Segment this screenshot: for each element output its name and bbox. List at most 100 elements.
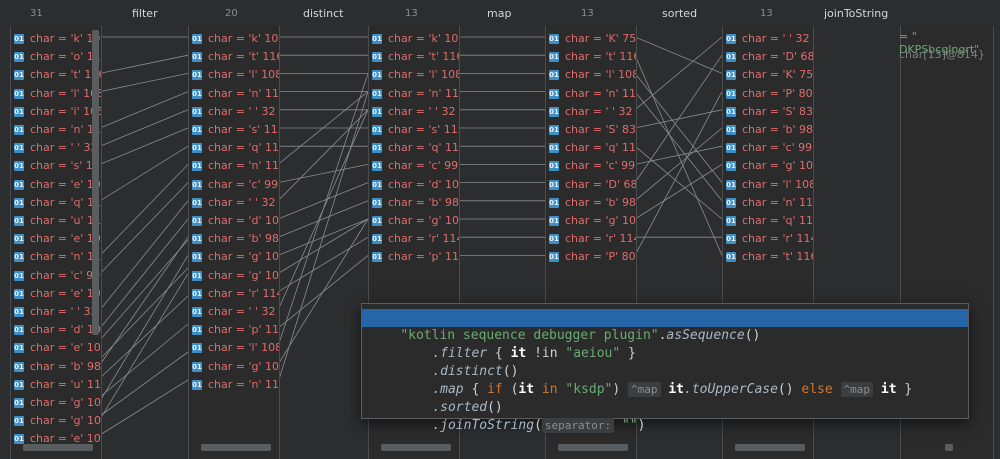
element-row[interactable]: 01 char = 'c' 99 [14,267,100,285]
element-value: char = 'r' 114 [388,232,460,246]
element-row[interactable]: 01 char = 'l' 108 [726,176,813,194]
element-row[interactable]: 01 char = 'S' 83 [549,121,636,139]
horizontal-scrollbar[interactable] [945,444,953,451]
element-row[interactable]: 01 char = 'g' 103 [549,212,636,230]
element-row[interactable]: 01 char = 'c' 99 [192,176,278,194]
element-row[interactable]: 01 char = 'l' 108 [192,66,279,84]
element-row[interactable]: 01 char = 'g' 103 [372,212,459,230]
element-row[interactable]: 01 char = 'n' 110 [549,85,636,103]
element-row[interactable]: 01 char = 'n' 110 [726,194,813,212]
code-line-map[interactable]: .map { if (it in "ksdp") ^map it.toUpper… [362,363,968,397]
element-row[interactable]: 01 char = 'c' 99 [726,139,812,157]
element-row[interactable]: 01 char = 'n' 110 [14,121,101,139]
element-row[interactable]: 01 char = 'K' 75 [549,30,636,48]
element-row[interactable]: 01 char = 's' 115 [192,121,279,139]
element-row[interactable]: 01 char = 'q' 113 [549,139,636,157]
element-row[interactable]: 01 char = 't' 116 [192,48,279,66]
element-row[interactable]: 01 char = 'r' 114 [726,230,813,248]
element-row[interactable]: 01 char = 'e' 101 [14,285,101,303]
element-row[interactable]: 01 char = 'c' 99 [372,157,458,175]
element-row[interactable]: 01 char = 't' 116 [372,48,459,66]
element-row[interactable]: 01 char = 's' 115 [372,121,459,139]
element-row[interactable]: 01 char = 'l' 108 [372,66,459,84]
element-row[interactable]: 01 char = 'g' 103 [726,157,813,175]
element-row[interactable]: 01 char = 'p' 112 [192,321,279,339]
element-row[interactable]: 01 char = 'b' 98 [726,121,813,139]
element-row[interactable]: 01 char = 'q' 113 [726,212,813,230]
element-row[interactable]: 01 char = 's' 115 [14,157,101,175]
element-row[interactable]: 01 char = 'g' 103 [14,412,101,430]
element-row[interactable]: 01 char = 'b' 98 [14,358,101,376]
stage-column-0[interactable]: 01 char = 'k' 107 01 char = 'o' 111 01 char =… [10,26,102,459]
element-row[interactable]: 01 char = 'c' 99 [549,157,635,175]
horizontal-scrollbar[interactable] [201,444,271,451]
element-row[interactable]: 01 char = ' ' 32 [14,303,98,321]
element-row[interactable]: 01 char = ' ' 32 [726,30,810,48]
element-row[interactable]: 01 char = 'k' 107 [14,30,101,48]
element-row[interactable]: 01 char = 'b' 98 [192,230,279,248]
element-row[interactable]: 01 char = 'l' 108 [549,66,636,84]
element-row[interactable]: 01 char = 'k' 107 [192,30,279,48]
horizontal-scrollbar[interactable] [735,444,805,451]
element-row[interactable]: 01 char = 'd' 100 [372,176,459,194]
element-row[interactable]: 01 char = 'e' 101 [14,339,101,357]
element-row[interactable]: 01 char = 'd' 100 [192,212,279,230]
element-row[interactable]: 01 char = 'e' 101 [14,176,101,194]
element-row[interactable]: 01 char = 'D' 68 [726,48,813,66]
element-row[interactable]: 01 char = 'd' 100 [14,321,101,339]
element-row[interactable]: 01 char = 'q' 113 [14,194,101,212]
link-line [277,200,369,238]
element-row[interactable]: 01 char = 'e' 101 [14,230,101,248]
code-line-filter[interactable]: .filter { it !in "aeiou" } [362,327,968,361]
element-row[interactable]: 01 char = 'r' 114 [549,230,636,248]
element-row[interactable]: 01 char = 'r' 114 [192,285,279,303]
element-row[interactable]: 01 char = 'q' 113 [372,139,459,157]
element-row[interactable]: 01 char = 'o' 111 [14,48,101,66]
element-row[interactable]: 01 char = 'n' 110 [192,85,279,103]
horizontal-scrollbar[interactable] [23,444,93,451]
element-row[interactable]: 01 char = 't' 116 [14,66,101,84]
element-row[interactable]: 01 char = 'n' 110 [192,157,279,175]
vertical-scrollbar[interactable] [92,30,99,335]
element-row[interactable]: 01 char = 'g' 103 [14,394,101,412]
element-row[interactable]: 01 char = 'g' 103 [192,248,279,266]
element-row[interactable]: 01 char = 'g' 103 [192,358,279,376]
element-row[interactable]: 01 char = ' ' 32 [192,303,276,321]
element-row[interactable]: 01 char = 'P' 80 [549,248,636,266]
horizontal-scrollbar[interactable] [558,444,628,451]
element-row[interactable]: 01 char = ' ' 32 [192,194,276,212]
element-row[interactable]: 01 char = 'D' 68 [549,176,636,194]
horizontal-scrollbar[interactable] [381,444,451,451]
code-line-jointostring[interactable]: .joinToString(separator: "") [362,399,968,433]
element-row[interactable]: 01 char = 't' 116 [726,248,813,266]
element-row[interactable]: 01 char = 'u' 117 [14,212,101,230]
code-line-source[interactable]: "kotlin sequence debugger plugin".asSequ… [362,309,968,343]
element-row[interactable]: 01 char = 'l' 108 [14,85,101,103]
element-row[interactable]: 01 char = ' ' 32 [14,139,98,157]
element-row[interactable]: 01 char = 'b' 98 [372,194,459,212]
code-line-sorted[interactable]: .sorted() [362,381,968,415]
element-row[interactable]: 01 char = 'r' 114 [372,230,460,248]
value-type-icon: 01 [14,379,24,390]
element-row[interactable]: 01 char = 'k' 107 [372,30,459,48]
element-row[interactable]: 01 char = 'l' 108 [192,339,279,357]
element-row[interactable]: 01 char = 'S' 83 [726,103,813,121]
element-row[interactable]: 01 char = 'u' 117 [14,376,101,394]
element-row[interactable]: 01 char = 'P' 80 [726,85,813,103]
element-row[interactable]: 01 char = 'n' 110 [372,85,459,103]
element-row[interactable]: 01 char = 'K' 75 [726,66,813,84]
element-row[interactable]: 01 char = 't' 116 [549,48,636,66]
element-row[interactable]: 01 char = ' ' 32 [549,103,633,121]
code-line-distinct[interactable]: .distinct() [362,345,968,379]
element-row[interactable]: 01 char = ' ' 32 [192,103,276,121]
element-row[interactable]: 01 char = 'b' 98 [549,194,636,212]
element-row[interactable]: 01 char = 'i' 105 [14,103,101,121]
value-type-icon: 01 [549,70,559,81]
stage-column-1[interactable]: 01 char = 'k' 107 01 char = 't' 116 01 char =… [188,26,280,459]
element-row[interactable]: 01 char = 'n' 110 [14,248,101,266]
element-row[interactable]: 01 char = 'g' 103 [192,267,279,285]
element-row[interactable]: 01 char = 'q' 113 [192,139,279,157]
element-row[interactable]: 01 char = ' ' 32 [372,103,456,121]
element-row[interactable]: 01 char = 'p' 112 [372,248,459,266]
element-row[interactable]: 01 char = 'n' 110 [192,376,279,394]
